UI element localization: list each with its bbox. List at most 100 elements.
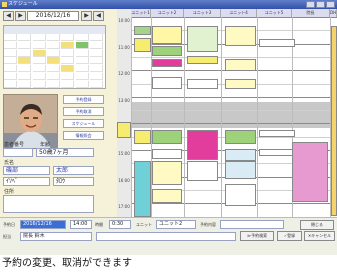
- calendar-day-cell[interactable]: [61, 41, 75, 49]
- mini-calendar[interactable]: [3, 25, 106, 89]
- maximize-button[interactable]: [316, 1, 325, 8]
- prev-day-small-button[interactable]: ▶: [15, 11, 26, 21]
- appointment-block[interactable]: [134, 26, 151, 35]
- column-header[interactable]: 院長: [292, 9, 330, 17]
- appointment-block[interactable]: [292, 142, 328, 202]
- calendar-day-cell[interactable]: [18, 73, 32, 80]
- appointment-block[interactable]: [187, 56, 218, 64]
- appointment-block[interactable]: [225, 161, 256, 179]
- appointment-block[interactable]: [152, 149, 182, 159]
- appointment-block[interactable]: [152, 46, 182, 56]
- appointment-block[interactable]: [152, 130, 182, 144]
- calendar-day-cell[interactable]: [75, 57, 89, 65]
- calendar-day-cell[interactable]: [89, 49, 103, 57]
- column-header[interactable]: ユニット5: [257, 9, 292, 17]
- calendar-day-cell[interactable]: [89, 80, 103, 88]
- calendar-day-cell[interactable]: [46, 73, 60, 80]
- content-field[interactable]: [220, 220, 284, 229]
- appointment-block[interactable]: [259, 130, 295, 137]
- appointment-block[interactable]: [134, 130, 151, 144]
- calendar-day-cell[interactable]: [32, 73, 46, 80]
- calendar-day-cell[interactable]: [75, 34, 89, 41]
- prev-day-small-button[interactable]: ◀: [93, 11, 104, 21]
- family-name-field[interactable]: 磯部: [3, 166, 50, 175]
- calendar-day-cell[interactable]: [46, 41, 60, 49]
- calendar-day-cell[interactable]: [4, 80, 17, 88]
- appointment-block[interactable]: [259, 149, 295, 156]
- calendar-day-cell[interactable]: [4, 49, 17, 57]
- calendar-day-cell[interactable]: [32, 57, 46, 65]
- calendar-day-cell[interactable]: [61, 57, 75, 65]
- appointment-block[interactable]: [152, 77, 182, 89]
- calendar-day-cell[interactable]: [46, 57, 60, 65]
- appointment-block[interactable]: [225, 130, 256, 144]
- given-name-kana-field[interactable]: ﾀﾛｳ: [53, 177, 94, 186]
- calendar-day-cell[interactable]: [46, 80, 60, 88]
- calendar-day-cell[interactable]: [89, 41, 103, 49]
- calendar-day-cell[interactable]: [4, 41, 17, 49]
- calendar-day-cell[interactable]: [61, 34, 75, 41]
- calendar-day-cell[interactable]: [75, 73, 89, 80]
- appointment-block[interactable]: [152, 26, 182, 44]
- calendar-day-cell[interactable]: [75, 65, 89, 73]
- calendar-day-cell[interactable]: [61, 80, 75, 88]
- appointment-block[interactable]: [225, 79, 256, 89]
- appointment-block[interactable]: [331, 26, 337, 216]
- reserve-cancel-button[interactable]: 予約取消: [63, 107, 104, 116]
- staff-field[interactable]: 院長 鈴木: [20, 232, 92, 241]
- appointment-block[interactable]: [134, 38, 151, 52]
- reserve-time-field[interactable]: 14:00: [70, 220, 92, 229]
- calendar-day-cell[interactable]: [4, 34, 17, 41]
- calendar-day-cell[interactable]: [32, 65, 46, 73]
- calendar-day-cell[interactable]: [32, 41, 46, 49]
- appointment-block[interactable]: [225, 26, 256, 46]
- calendar-day-cell[interactable]: [18, 65, 32, 73]
- appointment-block[interactable]: [225, 184, 256, 206]
- calendar-day-cell[interactable]: [89, 57, 103, 65]
- calendar-day-cell[interactable]: [46, 49, 60, 57]
- close-editor-button[interactable]: 閉じる: [300, 220, 334, 230]
- family-name-kana-field[interactable]: ｲｿﾍﾞ: [3, 177, 50, 186]
- calendar-day-cell[interactable]: [18, 57, 32, 65]
- duration-field[interactable]: 0:30: [109, 220, 131, 229]
- calendar-day-cell[interactable]: [89, 34, 103, 41]
- calendar-day-cell[interactable]: [75, 41, 89, 49]
- calendar-day-cell[interactable]: [46, 65, 60, 73]
- reserve-register-button[interactable]: 予約登録: [63, 95, 104, 104]
- current-date-field[interactable]: 2016/12/16: [27, 11, 79, 21]
- unit-select[interactable]: ユニット2: [156, 220, 196, 229]
- calendar-day-cell[interactable]: [89, 73, 103, 80]
- calendar-day-cell[interactable]: [32, 34, 46, 41]
- calendar-day-cell[interactable]: [89, 65, 103, 73]
- calendar-day-cell[interactable]: [4, 65, 17, 73]
- search-reservation-button[interactable]: ≫予約検索: [240, 231, 274, 241]
- register-button[interactable]: ✓登録: [277, 231, 302, 241]
- minimize-button[interactable]: [306, 1, 315, 8]
- calendar-day-cell[interactable]: [46, 34, 60, 41]
- appointment-block[interactable]: [117, 122, 131, 138]
- calendar-day-cell[interactable]: [18, 80, 32, 88]
- column-header[interactable]: ユニット2: [151, 9, 184, 17]
- calendar-day-cell[interactable]: [18, 41, 32, 49]
- given-name-field[interactable]: 太郎: [53, 166, 94, 175]
- schedule-button[interactable]: スケジュール: [63, 119, 104, 128]
- close-button[interactable]: [326, 1, 335, 8]
- appointment-block[interactable]: [152, 189, 182, 203]
- appointment-block[interactable]: [152, 161, 182, 185]
- next-day-button[interactable]: ▶: [81, 11, 92, 21]
- prev-day-button[interactable]: ◀: [3, 11, 14, 21]
- reserve-date-field[interactable]: 2016/12/16: [20, 220, 66, 229]
- column-header[interactable]: ユニット3: [184, 9, 221, 17]
- calendar-day-cell[interactable]: [32, 80, 46, 88]
- memo-field[interactable]: [3, 195, 94, 213]
- cancel-button[interactable]: ✕キャンセル: [304, 231, 335, 241]
- column-header[interactable]: DH: [330, 9, 337, 17]
- calendar-day-cell[interactable]: [32, 49, 46, 57]
- calendar-day-cell[interactable]: [61, 49, 75, 57]
- appointment-block[interactable]: [187, 79, 218, 89]
- calendar-day-cell[interactable]: [4, 73, 17, 80]
- calendar-day-cell[interactable]: [4, 57, 17, 65]
- column-header[interactable]: ユニット1: [131, 9, 151, 17]
- schedule-grid[interactable]: 10:0011:0012:0013:0014:0015:0016:0017:00…: [117, 9, 337, 217]
- calendar-day-cell[interactable]: [61, 73, 75, 80]
